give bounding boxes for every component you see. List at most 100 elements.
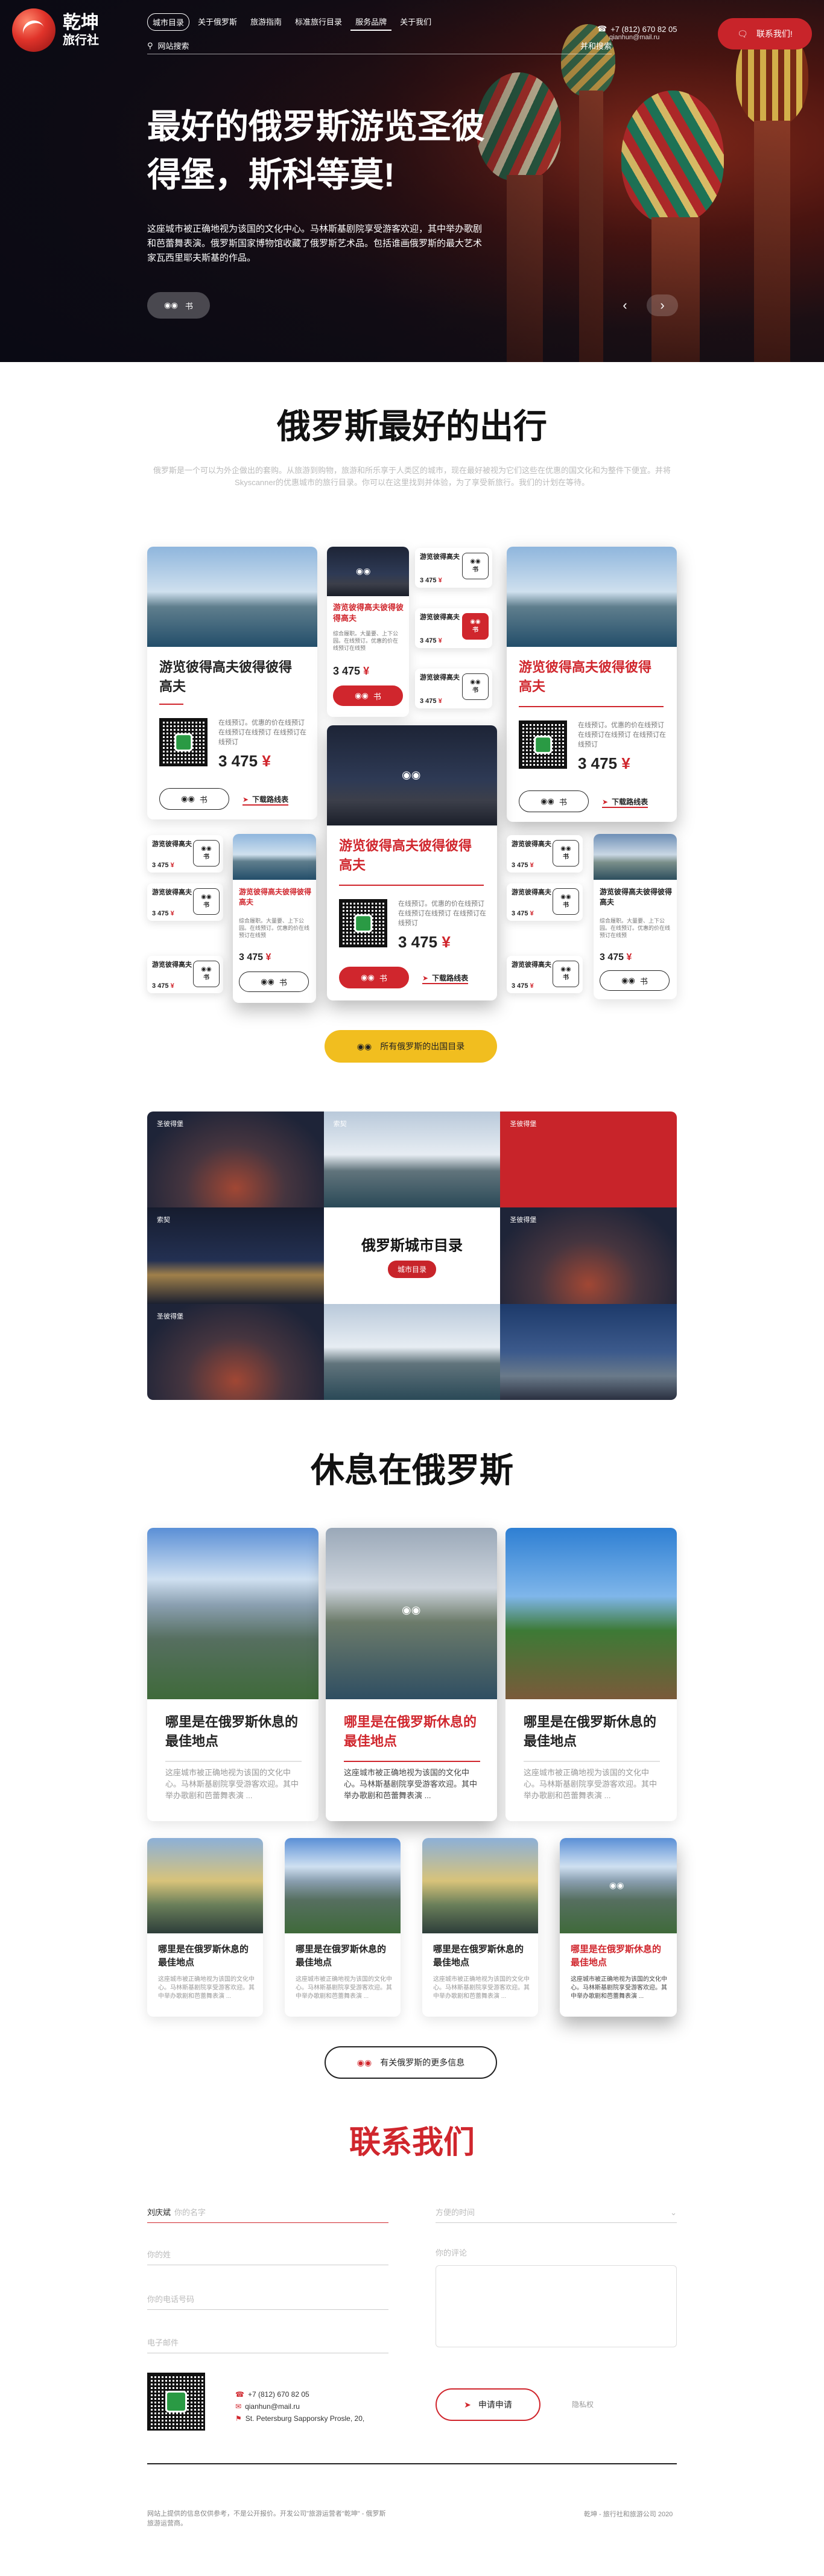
city-tile[interactable] (500, 1303, 677, 1400)
nav-item-guide[interactable]: 旅游指南 (246, 13, 287, 31)
more-about-russia-button[interactable]: ◉◉ 有关俄罗斯的更多信息 (325, 2046, 497, 2079)
book-button[interactable]: ◉◉ 书 (519, 790, 589, 812)
city-tile[interactable]: 圣彼得堡 (147, 1111, 324, 1208)
mini-book-button[interactable]: ◉◉ 书 (193, 888, 220, 915)
all-tours-button[interactable]: ◉◉ 所有俄罗斯的出国目录 (325, 1030, 497, 1063)
mini-tour[interactable]: 游览彼得高夫 3 475 ¥ ◉◉ 书 (147, 956, 223, 993)
nav-item-cities[interactable]: 城市目录 (147, 13, 190, 31)
city-tile[interactable]: 索契 (323, 1111, 501, 1208)
privacy-link[interactable]: 隐私权 (572, 2399, 594, 2409)
route-icon: ➤ (602, 797, 609, 806)
tour-card-title: 游览彼得高夫彼得彼得高夫 (600, 888, 673, 906)
hero-more-button[interactable]: ◉◉ 书 (147, 292, 210, 319)
hero-more-label: 书 (185, 301, 193, 311)
tour-card-small[interactable]: 游览彼得高夫彼得彼得高夫 综合履职。大量要、上下公园。在线预订。优惠的价在线预订… (594, 834, 677, 999)
download-route-link[interactable]: ➤ 下载路线表 (602, 797, 648, 808)
hero-section: 乾坤 旅行社 城市目录 关于俄罗斯 旅游指南 标准旅行目录 服务品牌 关于我们 … (0, 0, 824, 362)
download-route-link[interactable]: ➤ 下载路线表 (422, 973, 469, 984)
eyes-icon: ◉◉ (609, 1880, 624, 1890)
comment-label: 你的评论 (436, 2248, 467, 2257)
time-select[interactable]: 方便的时间 ⌄ (436, 2196, 677, 2223)
contact-qr-code (147, 2373, 205, 2431)
tour-price: 3 475 ¥ (239, 952, 271, 962)
tour-card-title: 游览彼得高夫彼得彼得高夫 (239, 888, 312, 906)
eyes-icon: ◉◉ (402, 1604, 421, 1616)
book-button[interactable]: ◉◉ 书 (333, 685, 403, 706)
qr-code (159, 718, 208, 766)
send-request-button[interactable]: ➤ 申请申请 (436, 2388, 540, 2421)
rest-card-small[interactable]: 哪里是在俄罗斯休息的最佳地点 这座城市被正确地视为该国的文化中心。马林斯基剧院享… (147, 1838, 263, 2017)
hero-description: 这座城市被正确地视为该国的文化中心。马林斯基剧院享受游客欢迎，其中举办歌剧和芭蕾… (147, 224, 483, 263)
eyes-icon: ◉◉ (181, 794, 195, 803)
mini-tour[interactable]: 游览彼得高夫 3 475 ¥ ◉◉ 书 (415, 548, 492, 588)
rest-card-active[interactable]: ◉◉ 哪里是在俄罗斯休息的最佳地点 这座城市被正确地视为该国的文化中心。马林斯基… (326, 1528, 497, 1821)
search-input[interactable]: 网站搜索 (158, 40, 575, 51)
site-search[interactable]: ⚲ 网站搜索 并和搜索 (147, 37, 612, 54)
tour-card-desc: 在线预订。优惠的价在线预订 在线预订在线预订 在线预订在线预订 (398, 900, 487, 927)
mini-tour[interactable]: 游览彼得高夫 3 475 ¥ ◉◉ 书 (507, 883, 583, 921)
city-catalog-button[interactable]: 城市目录 (387, 1260, 436, 1278)
slider-next-button[interactable]: › (647, 294, 678, 316)
book-button[interactable]: ◉◉ 书 (159, 788, 229, 810)
rest-card[interactable]: 哪里是在俄罗斯休息的最佳地点 这座城市被正确地视为该国的文化中心。马林斯基剧院享… (505, 1528, 677, 1821)
mini-tour[interactable]: 游览彼得高夫 3 475 ¥ ◉◉ 书 (147, 883, 223, 921)
logo-line2: 旅行社 (63, 34, 99, 47)
book-button[interactable]: ◉◉ 书 (339, 967, 409, 988)
mini-book-button[interactable]: ◉◉ 书 (462, 673, 489, 700)
city-tile[interactable]: 圣彼得堡 (500, 1207, 677, 1304)
tour-price: 3 475 ¥ (333, 665, 370, 677)
rest-card-small-active[interactable]: ◉◉ 哪里是在俄罗斯休息的最佳地点 这座城市被正确地视为该国的文化中心。马林斯基… (560, 1838, 677, 2017)
mini-tour[interactable]: 游览彼得高夫 3 475 ¥ ◉◉ 书 (415, 608, 492, 648)
mini-tour[interactable]: 游览彼得高夫 3 475 ¥ ◉◉ 书 (507, 835, 583, 873)
tour-card-small[interactable]: 游览彼得高夫彼得彼得高夫 综合履职。大量要、上下公园。在线预订。优惠的价在线预订… (233, 834, 316, 1003)
tour-card-desc: 在线预订。优惠的价在线预订 在线预订在线预订 在线预订在线预订 (218, 719, 307, 746)
mini-book-button[interactable]: ◉◉ 书 (193, 961, 220, 987)
contact-email[interactable]: qianhun@mail.ru (245, 2402, 300, 2411)
download-route-link[interactable]: ➤ 下载路线表 (242, 794, 289, 806)
mini-book-button[interactable]: ◉◉ 书 (462, 553, 489, 579)
nav-item-brand[interactable]: 服务品牌 (350, 13, 392, 31)
mini-tour[interactable]: 游览彼得高夫 3 475 ¥ ◉◉ 书 (147, 835, 223, 873)
header-email[interactable]: qianhun@mail.ru (609, 34, 677, 41)
email-field[interactable]: 电子邮件 (147, 2327, 388, 2353)
contact-phone[interactable]: +7 (812) 670 82 05 (248, 2390, 309, 2399)
logo-icon (12, 8, 55, 52)
tour-card[interactable]: ◉◉ 游览彼得高夫彼得彼得高夫 在线预订。优惠的价在线预订 在线预订在线预订 在… (327, 725, 497, 1000)
rest-card-small[interactable]: 哪里是在俄罗斯休息的最佳地点 这座城市被正确地视为该国的文化中心。马林斯基剧院享… (285, 1838, 401, 2017)
tour-price: 3 475 ¥ (578, 754, 630, 772)
mini-book-button[interactable]: ◉◉ 书 (553, 840, 579, 867)
site-logo[interactable]: 乾坤 旅行社 (12, 8, 99, 52)
tour-price: 3 475 ¥ (398, 933, 451, 951)
city-tile[interactable] (323, 1303, 501, 1400)
nav-item-about-us[interactable]: 关于我们 (395, 13, 436, 31)
comment-textarea[interactable] (436, 2265, 677, 2347)
tour-card[interactable]: 游览彼得高夫彼得彼得高夫 在线预订。优惠的价在线预订 在线预订在线预订 在线预订… (507, 547, 677, 822)
rest-card-small[interactable]: 哪里是在俄罗斯休息的最佳地点 这座城市被正确地视为该国的文化中心。马林斯基剧院享… (422, 1838, 538, 2017)
name-field[interactable]: 刘庆斌 你的名字 (147, 2196, 388, 2223)
city-tile[interactable]: 圣彼得堡 (147, 1303, 324, 1400)
tour-card-small[interactable]: ◉◉ 游览彼得高夫彼得彼得高夫 综合履职。大量要、上下公园。在线预订。优惠的价在… (327, 547, 409, 717)
phone-field[interactable]: 你的电话号码 (147, 2283, 388, 2310)
tour-card[interactable]: 游览彼得高夫彼得彼得高夫 在线预订。优惠的价在线预订 在线预订在线预订 在线预订… (147, 547, 317, 819)
surname-field[interactable]: 你的姓 (147, 2239, 388, 2265)
mini-book-button[interactable]: ◉◉ 书 (553, 888, 579, 915)
main-nav: 城市目录 关于俄罗斯 旅游指南 标准旅行目录 服务品牌 关于我们 (147, 13, 436, 31)
city-tile[interactable]: 圣彼得堡 (500, 1111, 677, 1208)
slider-prev-button[interactable]: ‹ (609, 294, 641, 316)
nav-item-catalog[interactable]: 标准旅行目录 (290, 13, 347, 31)
header-phone[interactable]: +7 (812) 670 82 05 (610, 25, 677, 34)
eyes-icon: ◉◉ (621, 976, 635, 985)
mini-book-button[interactable]: ◉◉ 书 (462, 613, 489, 640)
mini-book-button[interactable]: ◉◉ 书 (553, 961, 579, 987)
mini-tour[interactable]: 游览彼得高夫 3 475 ¥ ◉◉ 书 (507, 956, 583, 993)
search-extra: 并和搜索 (580, 42, 612, 51)
city-tile[interactable]: 索契 (147, 1207, 324, 1304)
book-button[interactable]: ◉◉ 书 (239, 972, 309, 992)
nav-item-about-russia[interactable]: 关于俄罗斯 (193, 13, 242, 31)
tour-card-title: 游览彼得高夫彼得彼得高夫 (333, 603, 404, 623)
mini-tour[interactable]: 游览彼得高夫 3 475 ¥ ◉◉ 书 (415, 669, 492, 708)
mini-book-button[interactable]: ◉◉ 书 (193, 840, 220, 867)
call-us-button[interactable]: 🗨 联系我们! (718, 18, 812, 49)
rest-card[interactable]: 哪里是在俄罗斯休息的最佳地点 这座城市被正确地视为该国的文化中心。马林斯基剧院享… (147, 1528, 319, 1821)
book-button[interactable]: ◉◉ 书 (600, 970, 670, 991)
